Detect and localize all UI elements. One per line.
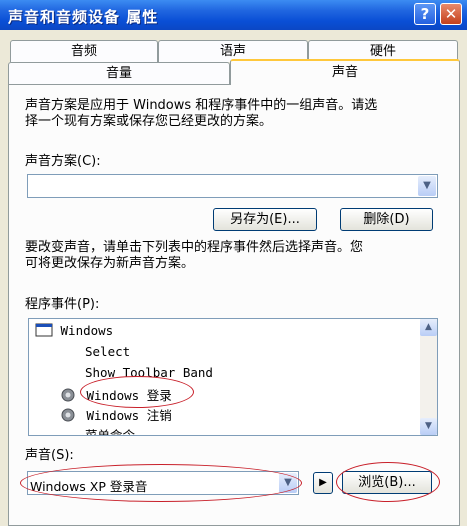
scroll-down-icon[interactable]: ▼ bbox=[420, 418, 437, 435]
help-button[interactable]: ? bbox=[414, 3, 436, 25]
sound-value: Windows XP 登录音 bbox=[30, 479, 148, 494]
chevron-down-icon[interactable]: ▼ bbox=[279, 473, 297, 493]
tab-sounds[interactable]: 声音 bbox=[230, 59, 460, 85]
list-item-label: Windows 注销 bbox=[86, 408, 172, 423]
window-title: 声音和音频设备 属性 bbox=[8, 8, 159, 26]
list-item[interactable]: 菜单命令 bbox=[85, 425, 136, 436]
list-item-label: Windows 登录 bbox=[86, 388, 172, 403]
list-item[interactable]: Windows 注销 bbox=[59, 405, 172, 424]
save-as-button[interactable]: 另存为(E)... bbox=[213, 208, 317, 231]
sound-label: 声音(S): bbox=[25, 448, 74, 463]
speaker-icon bbox=[61, 388, 75, 402]
list-item-label: 菜单命令 bbox=[85, 428, 136, 436]
intro-text-line1: 声音方案是应用于 Windows 和程序事件中的一组声音。请选 bbox=[25, 98, 378, 113]
delete-button[interactable]: 删除(D) bbox=[340, 208, 433, 231]
speaker-icon bbox=[61, 408, 75, 422]
play-button[interactable]: ▶ bbox=[313, 472, 333, 494]
change-text-line2: 可将更改保存为新声音方案。 bbox=[25, 256, 195, 271]
list-item[interactable]: Windows bbox=[35, 323, 113, 338]
list-item-label: Select bbox=[85, 344, 131, 359]
browse-button[interactable]: 浏览(B)... bbox=[342, 471, 432, 494]
close-button[interactable]: ✕ bbox=[440, 3, 462, 25]
scroll-up-icon[interactable]: ▲ bbox=[420, 319, 437, 336]
list-item[interactable]: Show Toolbar Band bbox=[85, 365, 213, 380]
scheme-label: 声音方案(C): bbox=[25, 154, 101, 169]
events-scrollbar[interactable]: ▲ ▼ bbox=[420, 319, 437, 435]
events-label: 程序事件(P): bbox=[25, 297, 100, 312]
window-icon bbox=[35, 323, 53, 337]
events-list[interactable]: Windows Select Show Toolbar Band Windows… bbox=[28, 318, 438, 436]
tab-volume[interactable]: 音量 bbox=[8, 62, 230, 84]
list-item-label: Windows bbox=[60, 323, 114, 338]
chevron-down-icon[interactable]: ▼ bbox=[418, 176, 436, 196]
list-item[interactable]: Windows 登录 bbox=[59, 385, 172, 404]
change-text-line1: 要改变声音，请单击下列表中的程序事件然后选择声音。您 bbox=[25, 240, 364, 255]
list-item[interactable]: Select bbox=[85, 344, 130, 359]
sound-select[interactable]: Windows XP 登录音 ▼ bbox=[27, 471, 299, 495]
tab-audio[interactable]: 音频 bbox=[10, 40, 158, 62]
list-item-label: Show Toolbar Band bbox=[85, 365, 213, 380]
intro-text-line2: 择一个现有方案或保存您已经更改的方案。 bbox=[25, 114, 273, 129]
scheme-select[interactable]: ▼ bbox=[27, 174, 438, 198]
